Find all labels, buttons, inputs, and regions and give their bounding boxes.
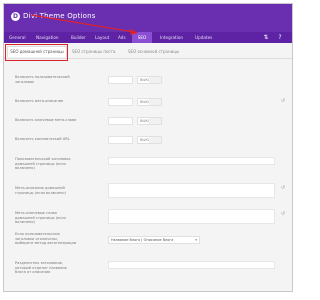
toggle-knob (149, 77, 161, 83)
field-homepage-meta-keywords[interactable] (108, 209, 275, 224)
toggle-canonical-url[interactable]: ВЫКЛ (137, 136, 162, 144)
field-homepage-meta-description[interactable] (108, 183, 275, 198)
field-homepage-title[interactable] (108, 157, 275, 165)
import-export-icon[interactable]: ⇅ (262, 33, 270, 42)
toggle-knob (149, 118, 161, 124)
subtab-single-post-seo[interactable]: SEO страницы поста (72, 48, 115, 56)
field-meta-description[interactable] (108, 98, 133, 106)
field-custom-title[interactable] (108, 76, 133, 84)
header-bar: D Divi Theme Options (4, 4, 292, 32)
label-homepage-meta-description: Мета-описание домашней страницы (если вк… (15, 186, 66, 195)
tab-layout[interactable]: Layout (95, 32, 109, 43)
label-homepage-meta-keywords: Мета-ключевые слова домашней страницы (е… (15, 211, 66, 225)
reset-icon[interactable]: ↺ (280, 185, 286, 191)
label-meta-description: Включить мета-описание (15, 99, 64, 103)
tab-navigation[interactable]: Navigation (36, 32, 59, 43)
select-autogeneration-method[interactable]: Название блога | Описание блога ▾ (108, 236, 200, 244)
label-canonical-url: Включить канонический URL (15, 137, 70, 141)
label-meta-keywords: Включить ключевые мета-слова (15, 118, 77, 122)
toggle-meta-keywords[interactable]: ВЫКЛ (137, 117, 162, 125)
toggle-knob (149, 99, 161, 105)
toggle-custom-title[interactable]: ВЫКЛ (137, 76, 162, 84)
tab-ads[interactable]: Ads (118, 32, 126, 43)
tab-seo[interactable]: SEO (132, 32, 152, 43)
field-title-separator[interactable] (108, 261, 275, 269)
toggle-knob (149, 137, 161, 143)
reset-icon[interactable]: ↺ (280, 98, 286, 104)
label-title-separator: Разделитель заголовков, который отделит … (15, 261, 67, 275)
label-homepage-title: Пользовательский заголовок домашней стра… (15, 157, 71, 171)
label-autogeneration-method: Если пользовательские заголовки отключен… (15, 232, 77, 246)
tab-updates[interactable]: Updates (195, 32, 212, 43)
field-canonical-url[interactable] (108, 136, 133, 144)
seo-subtabs: SEO домашней страницы SEO страницы поста… (4, 43, 292, 59)
divi-logo: D (11, 12, 20, 21)
app-title: Divi Theme Options (23, 12, 96, 20)
subtab-homepage-seo[interactable]: SEO домашней страницы (7, 46, 67, 57)
toggle-meta-description[interactable]: ВЫКЛ (137, 98, 162, 106)
tab-integration[interactable]: Integration (160, 32, 183, 43)
chevron-down-icon: ▾ (195, 238, 197, 242)
select-value: Название блога | Описание блога (111, 238, 174, 242)
tab-general[interactable]: General (9, 32, 26, 43)
tab-builder[interactable]: Builder (71, 32, 86, 43)
theme-options-window: D Divi Theme Options General Navigation … (3, 3, 293, 292)
label-custom-title: Включить пользовательский заголовок (15, 75, 70, 84)
reset-icon[interactable]: ↺ (280, 211, 286, 217)
field-meta-keywords[interactable] (108, 117, 133, 125)
help-icon[interactable]: ? (276, 33, 284, 42)
subtab-index-page-seo[interactable]: SEO основной страницы (128, 48, 179, 56)
main-nav: General Navigation Builder Layout Ads SE… (4, 32, 292, 43)
